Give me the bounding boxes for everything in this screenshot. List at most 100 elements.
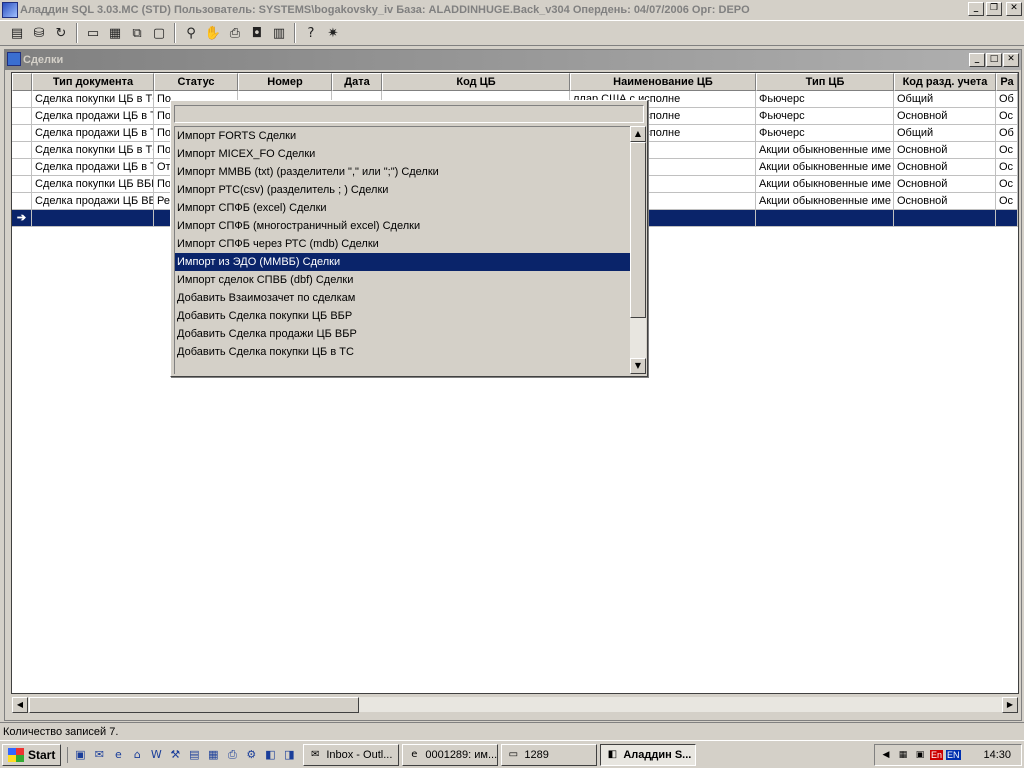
scroll-right-button[interactable]: ▶: [1002, 697, 1018, 713]
minimize-button[interactable]: _: [968, 2, 984, 16]
taskbar-button[interactable]: ◧ Аладдин S...: [600, 743, 697, 766]
table-cell: [32, 210, 154, 227]
column-header[interactable]: Наименование ЦБ: [570, 73, 756, 91]
ie-icon[interactable]: e: [110, 747, 126, 763]
taskbar-button[interactable]: e 0001289: им...: [402, 743, 499, 766]
popup-menu-item[interactable]: Импорт сделок СПВБ (dbf) Сделки: [175, 271, 630, 289]
status-bar: Количество записей 7.: [0, 722, 1024, 740]
database-icon[interactable]: ⛁: [28, 22, 50, 44]
popup-menu-item[interactable]: Импорт СПФБ через РТС (mdb) Сделки: [175, 235, 630, 253]
table-cell: Об: [996, 91, 1018, 108]
table-cell: [756, 210, 894, 227]
save-icon[interactable]: ◘: [246, 22, 268, 44]
table-cell: Основной: [894, 176, 996, 193]
popup-menu-item[interactable]: Добавить Сделка покупки ЦБ ВБР: [175, 307, 630, 325]
deals-window-title-bar[interactable]: Сделки _ □ ✕: [5, 50, 1021, 70]
popup-menu-item[interactable]: Импорт РТС(csv) (разделитель ; ) Сделки: [175, 181, 630, 199]
app-icon: ◧: [607, 749, 618, 760]
column-header[interactable]: Тип документа: [32, 73, 154, 91]
popup-menu-item[interactable]: Добавить Сделка покупки ЦБ в ТС: [175, 343, 630, 361]
aladdin-quick-icon[interactable]: ◧: [262, 747, 278, 763]
minimize-all-icon[interactable]: ▢: [148, 22, 170, 44]
print-icon[interactable]: ⎙: [224, 22, 246, 44]
start-button[interactable]: Start: [2, 743, 62, 766]
popup-scroll-thumb[interactable]: [630, 142, 646, 318]
word-icon[interactable]: W: [148, 747, 164, 763]
monitor-tray-icon[interactable]: ▣: [913, 748, 927, 762]
tile-icon[interactable]: ▦: [104, 22, 126, 44]
column-header[interactable]: Ра: [996, 73, 1018, 91]
popup-menu-item[interactable]: Импорт MICEX_FO Сделки: [175, 145, 630, 163]
network-tray-icon[interactable]: ▦: [896, 748, 910, 762]
refresh-icon[interactable]: ↻: [50, 22, 72, 44]
child-maximize-button[interactable]: □: [986, 53, 1002, 67]
outlook-icon[interactable]: ✉: [91, 747, 107, 763]
close-button[interactable]: ✕: [1006, 2, 1022, 16]
aladdin2-quick-icon[interactable]: ◨: [281, 747, 297, 763]
settings-quick-icon[interactable]: ⚙: [243, 747, 259, 763]
scroll-thumb[interactable]: [29, 697, 359, 713]
child-close-button[interactable]: ✕: [1003, 53, 1019, 67]
show-desktop-icon[interactable]: ▣: [72, 747, 88, 763]
popup-menu-item[interactable]: Добавить Сделка продажи ЦБ ВБР: [175, 325, 630, 343]
column-header[interactable]: Дата: [332, 73, 382, 91]
table-cell: Ос: [996, 108, 1018, 125]
popup-menu-item[interactable]: Импорт из ЭДО (ММВБ) Сделки: [175, 253, 630, 271]
calculator-icon[interactable]: ▦: [205, 747, 221, 763]
binoculars-icon[interactable]: ⚲: [180, 22, 202, 44]
scroll-up-button[interactable]: ▲: [630, 126, 646, 142]
popup-vertical-scrollbar[interactable]: ▲ ▼: [630, 126, 646, 374]
horizontal-scrollbar[interactable]: ◀ ▶: [11, 696, 1019, 713]
taskbar-button[interactable]: ✉ Inbox - Outl...: [303, 743, 400, 766]
window-icon[interactable]: ▭: [82, 22, 104, 44]
column-header[interactable]: Статус: [154, 73, 238, 91]
printer-quick-icon[interactable]: ⎙: [224, 747, 240, 763]
table-cell: Фьючерс: [756, 108, 894, 125]
column-header[interactable]: Код ЦБ: [382, 73, 570, 91]
popup-filter-input[interactable]: [174, 105, 644, 123]
scroll-down-button[interactable]: ▼: [630, 358, 646, 374]
table-cell: Фьючерс: [756, 91, 894, 108]
folder-icon: ▭: [508, 749, 519, 760]
column-header[interactable]: Тип ЦБ: [756, 73, 894, 91]
windows-flag-icon: [8, 747, 24, 762]
network-icon[interactable]: ⌂: [129, 747, 145, 763]
keyboard-layout-indicator[interactable]: EN: [946, 750, 961, 760]
deals-window-title: Сделки: [23, 54, 64, 66]
actions-popup: Импорт FORTS Сделки Импорт MICEX_FO Сделк…: [170, 100, 648, 377]
folder-quick-icon[interactable]: ▤: [186, 747, 202, 763]
scroll-left-button[interactable]: ◀: [12, 697, 28, 713]
popup-menu-item[interactable]: Импорт СПФБ (excel) Сделки: [175, 199, 630, 217]
speaker-icon[interactable]: ◀: [879, 748, 893, 762]
column-header[interactable]: Номер: [238, 73, 332, 91]
table-cell: Основной: [894, 193, 996, 210]
popup-menu-item[interactable]: Добавить Взаимозачет по сделкам: [175, 289, 630, 307]
popup-menu-item[interactable]: Импорт ММВБ (txt) (разделители "," или "…: [175, 163, 630, 181]
system-tray: ◀ ▦ ▣ En EN 14:30: [874, 744, 1022, 766]
stop-icon[interactable]: ✋: [202, 22, 224, 44]
table-cell: Сделка покупки ЦБ в ТС: [32, 142, 154, 159]
tool-icon[interactable]: ⚒: [167, 747, 183, 763]
app-icon: [2, 2, 18, 18]
clock[interactable]: 14:30: [983, 749, 1011, 761]
language-indicator[interactable]: En: [930, 750, 944, 760]
table-cell: Об: [996, 125, 1018, 142]
taskbar-button[interactable]: ▭ 1289: [501, 743, 598, 766]
column-header[interactable]: Код разд. учета: [894, 73, 996, 91]
child-minimize-button[interactable]: _: [969, 53, 985, 67]
popup-menu-item[interactable]: Импорт FORTS Сделки: [175, 127, 630, 145]
table-cell: Ос: [996, 142, 1018, 159]
document-icon[interactable]: ▤: [6, 22, 28, 44]
settings-icon[interactable]: ✷: [322, 22, 344, 44]
row-indicator: [12, 91, 32, 108]
table-cell: Сделка продажи ЦБ ВБР: [32, 193, 154, 210]
table-cell: Общий: [894, 91, 996, 108]
restore-button[interactable]: ❐: [986, 2, 1002, 16]
calendar-icon[interactable]: ▥: [268, 22, 290, 44]
cascade-icon[interactable]: ⧉: [126, 22, 148, 44]
table-cell: Ос: [996, 159, 1018, 176]
app-title-bar[interactable]: Аладдин SQL 3.03.MC (STD) Пользователь: …: [0, 0, 1024, 20]
popup-menu-item[interactable]: Импорт СПФБ (многостраничный excel) Сдел…: [175, 217, 630, 235]
help-icon[interactable]: ?: [300, 22, 322, 44]
table-cell: Сделка покупки ЦБ в ТС: [32, 91, 154, 108]
